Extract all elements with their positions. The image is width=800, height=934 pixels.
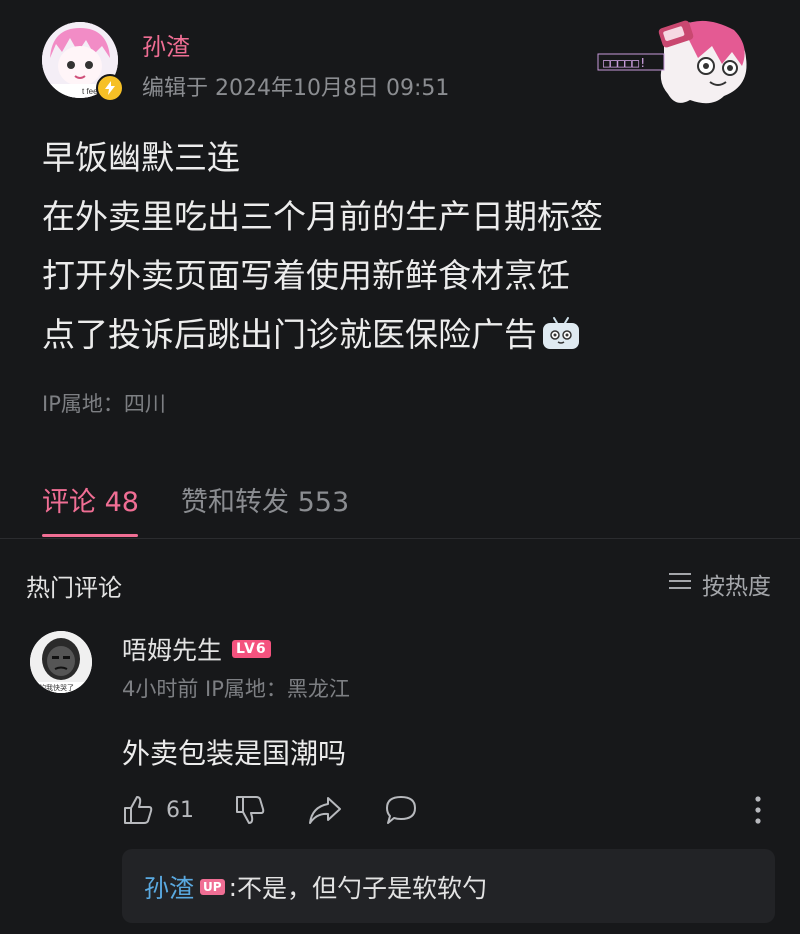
level-badge: LV6 <box>232 640 271 658</box>
more-options-button[interactable] <box>750 795 766 829</box>
sort-lines-icon <box>668 571 692 597</box>
active-tab-indicator <box>42 534 138 537</box>
post-line: 早饭幽默三连 <box>42 138 240 177</box>
post-ip-location: IP属地：四川 <box>42 392 166 416</box>
thumbs-down-icon <box>234 794 266 826</box>
reply-separator: : <box>228 872 237 902</box>
commenter-name-row: 唔姆先生 LV6 <box>122 631 271 667</box>
reply-button[interactable] <box>384 794 418 826</box>
comment-actions: 61 <box>122 790 418 830</box>
vertical-dots-icon <box>750 796 766 829</box>
like-button[interactable]: 61 <box>122 794 194 826</box>
post-edit-time: 编辑于 2024年10月8日 09:51 <box>142 76 450 101</box>
like-count: 61 <box>166 797 194 823</box>
reply-line: 孙渣 UP : 不是，但勺子是软软勺 <box>144 869 487 905</box>
post-author-name[interactable]: 孙渣 <box>142 27 190 62</box>
reply-text: 不是，但勺子是软软勺 <box>237 874 488 903</box>
tab-likes-reposts[interactable]: 赞和转发 553 <box>181 480 349 519</box>
up-badge: UP <box>200 879 225 895</box>
divider <box>0 538 800 539</box>
post-line: 在外卖里吃出三个月前的生产日期标签 <box>42 197 603 236</box>
post-line-with-emoji: 点了投诉后跳出门诊就医保险广告 <box>42 305 603 364</box>
lightning-badge-icon <box>96 74 124 102</box>
sort-button[interactable]: 按热度 <box>668 567 771 601</box>
tv-emoji-icon <box>541 309 581 349</box>
decorative-sticker: □□□□□! <box>594 16 754 112</box>
dislike-button[interactable] <box>234 794 266 826</box>
share-button[interactable] <box>308 795 342 825</box>
thumbs-up-icon <box>122 794 154 826</box>
post-line: 打开外卖页面写着使用新鲜食材烹饪 <box>42 256 570 295</box>
hot-comments-title: 热门评论 <box>26 574 122 602</box>
reply-author[interactable]: 孙渣 <box>144 869 194 905</box>
speech-bubble-icon <box>384 794 418 826</box>
svg-text:的我快哭了: 的我快哭了 <box>39 683 74 692</box>
post-content: 早饭幽默三连 在外卖里吃出三个月前的生产日期标签 打开外卖页面写着使用新鲜食材烹… <box>42 128 603 364</box>
tab-comments[interactable]: 评论 48 <box>42 480 139 519</box>
commenter-name[interactable]: 唔姆先生 <box>122 631 222 667</box>
post-line-text: 点了投诉后跳出门诊就医保险广告 <box>42 315 537 354</box>
comment-meta: 4小时前 IP属地：黑龙江 <box>122 677 350 701</box>
reply-preview[interactable]: 孙渣 UP : 不是，但勺子是软软勺 <box>122 849 775 923</box>
svg-text:□□□□□!: □□□□□! <box>603 56 646 70</box>
comment-text: 外卖包装是国潮吗 <box>122 737 347 770</box>
sort-label: 按热度 <box>702 574 771 600</box>
share-arrow-icon <box>308 795 342 825</box>
commenter-avatar[interactable]: 的我快哭了 <box>30 631 92 693</box>
